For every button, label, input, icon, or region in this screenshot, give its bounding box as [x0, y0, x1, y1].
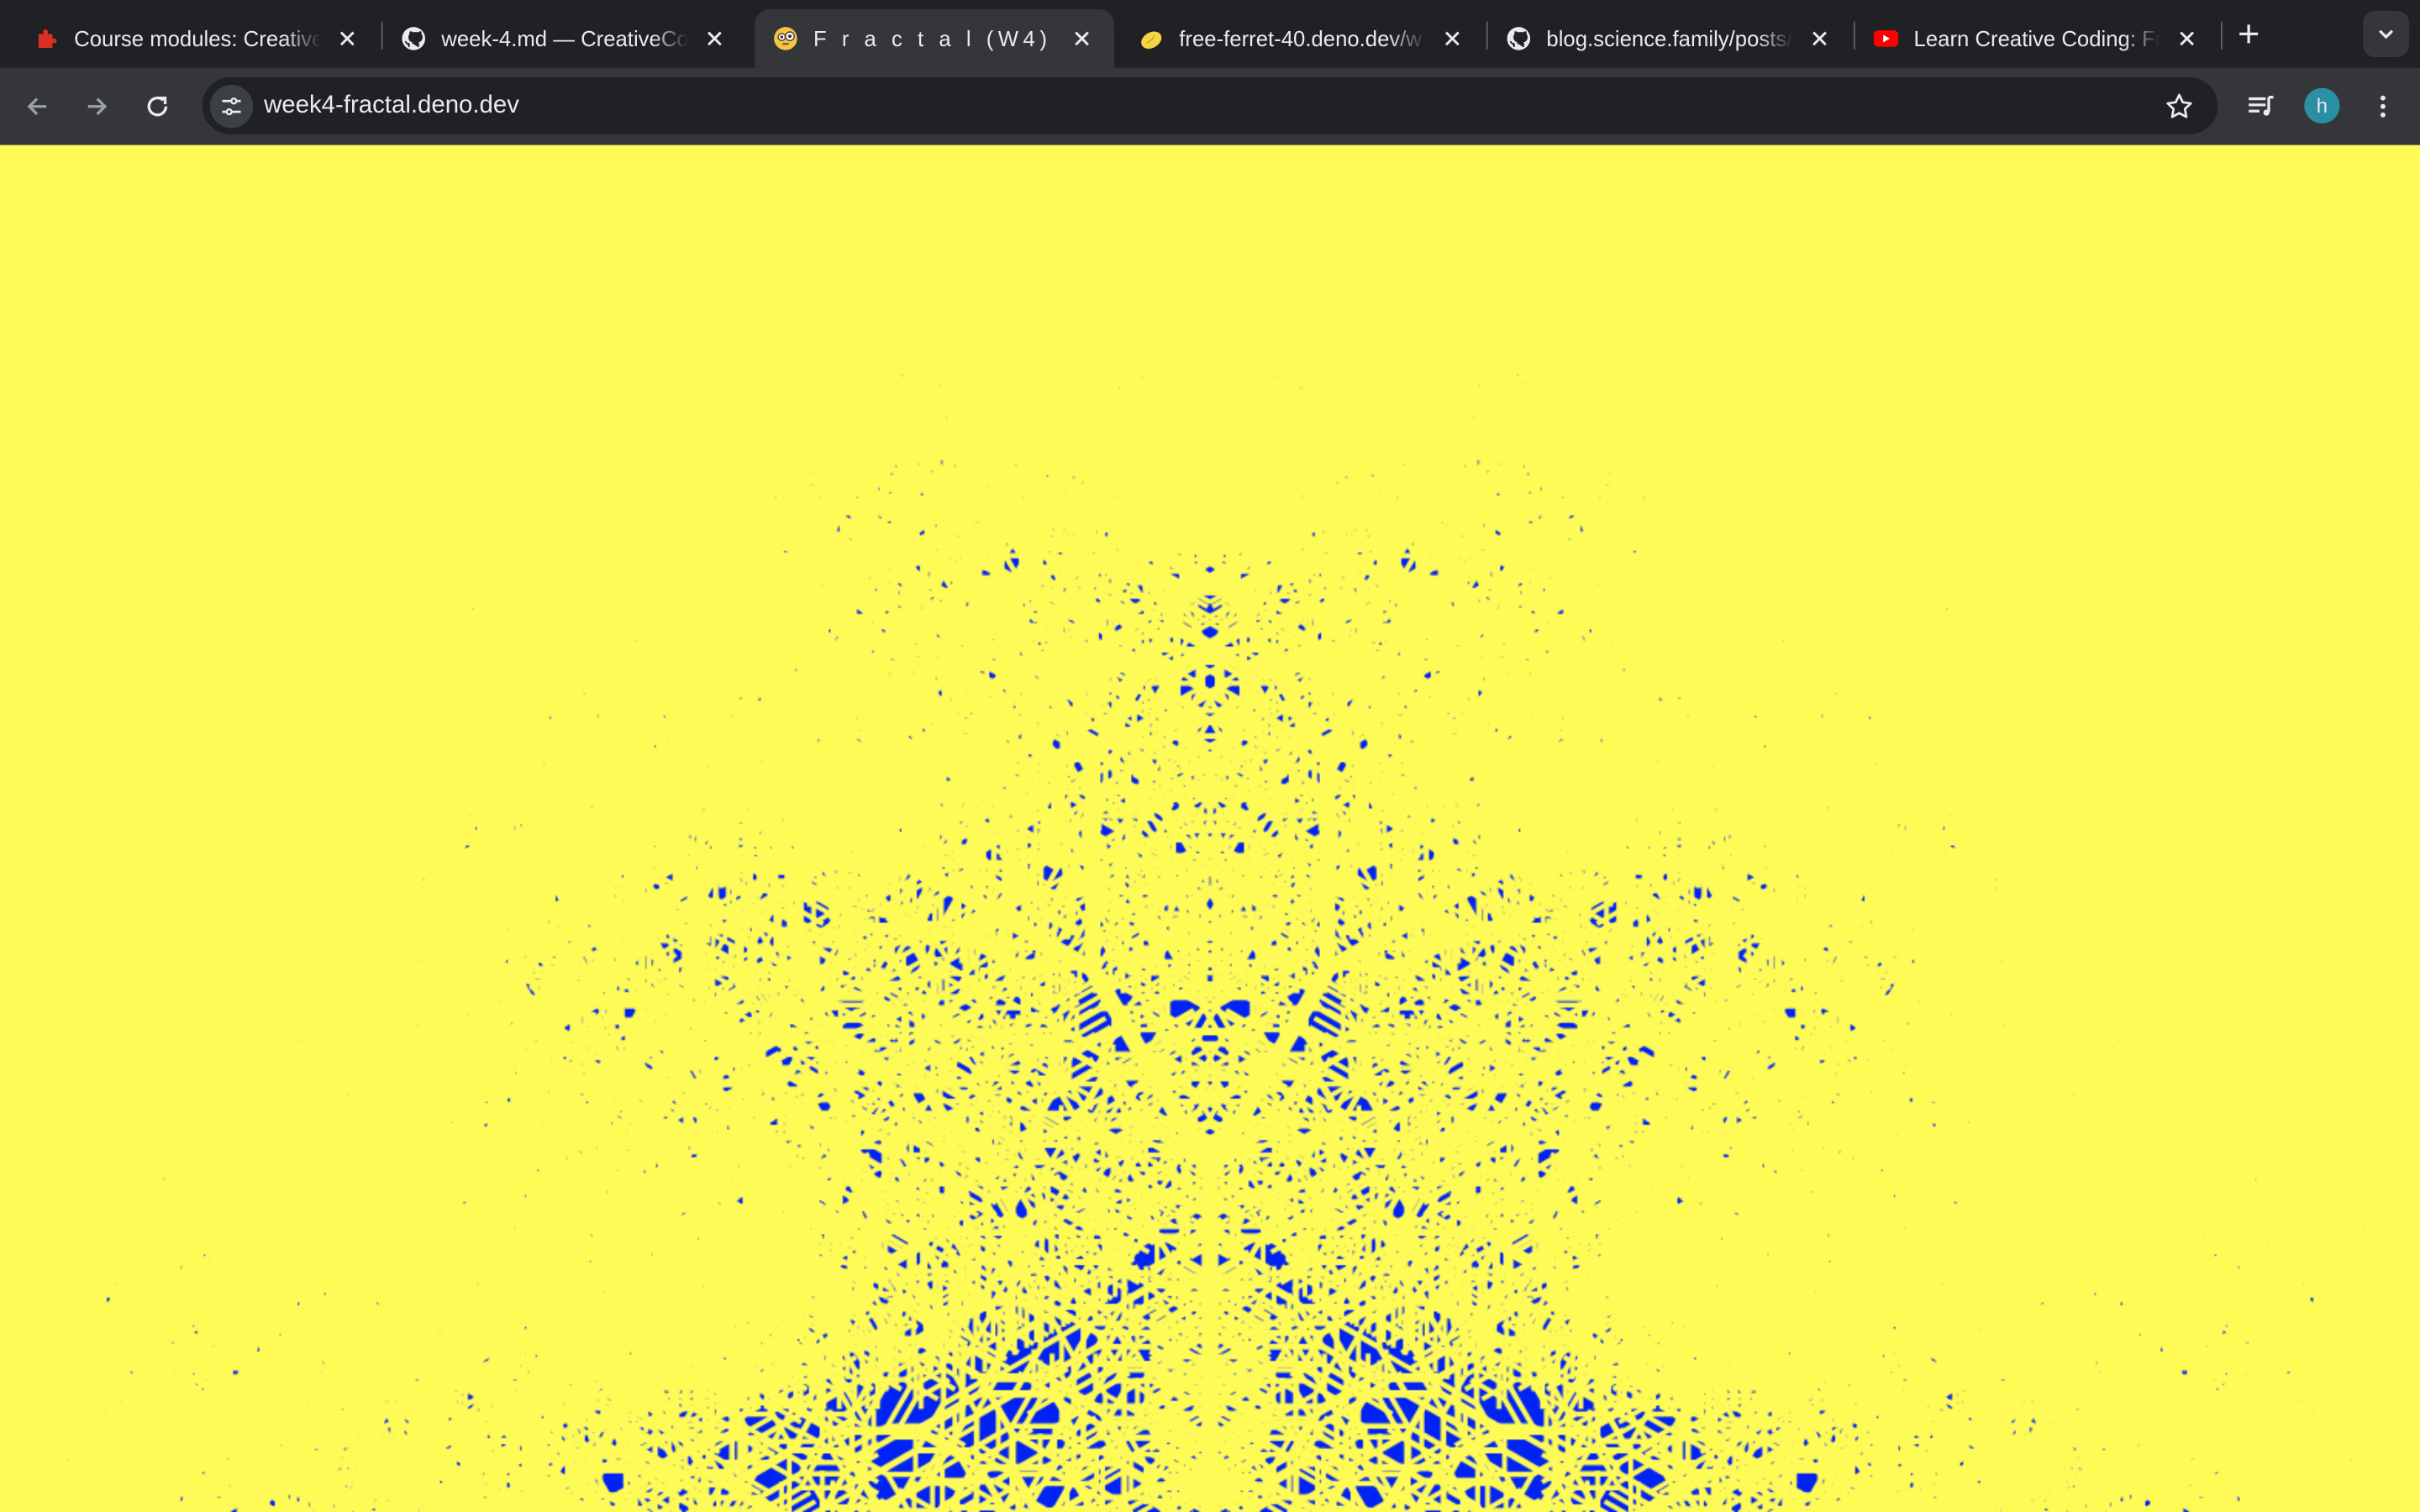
lemon-icon	[1139, 26, 1164, 50]
tab-title: F r a c t a l (W4)	[813, 26, 1052, 51]
bookmark-button[interactable]	[2162, 90, 2196, 123]
plus-icon	[2239, 24, 2259, 44]
github-icon	[1507, 26, 1531, 50]
tab-course-modules[interactable]: Course modules: Creative	[15, 9, 379, 68]
tab-fractal-w4[interactable]: F r a c t a l (W4)	[755, 9, 1115, 68]
close-tab-icon[interactable]	[2173, 24, 2201, 52]
back-button[interactable]	[14, 83, 60, 129]
reload-button[interactable]	[134, 83, 181, 129]
tab-free-ferret[interactable]: free-ferret-40.deno.dev/w	[1120, 9, 1484, 68]
github-icon	[402, 26, 426, 50]
youtube-icon	[1873, 26, 1899, 50]
queue-music-icon	[2249, 96, 2274, 116]
tab-separator	[2221, 21, 2223, 50]
tab-week-4-md[interactable]: week-4.md — CreativeCoding	[383, 9, 747, 68]
emoji-face-icon	[773, 26, 797, 50]
profile-avatar[interactable]: h	[2304, 87, 2340, 123]
tab-strip: Course modules: Creative week-4.md — Cre…	[0, 0, 2420, 68]
close-tab-icon[interactable]	[334, 24, 361, 52]
new-tab-button[interactable]	[2228, 14, 2269, 55]
tab-title: Learn Creative Coding: Fractal	[1913, 26, 2161, 51]
star-icon	[2166, 93, 2192, 118]
browser-menu-button[interactable]	[2360, 83, 2406, 129]
fractal-tree-canvas	[0, 144, 2420, 1512]
more-vertical-icon	[2380, 95, 2386, 118]
tab-title: free-ferret-40.deno.dev/w	[1179, 26, 1423, 51]
close-tab-icon[interactable]	[701, 24, 729, 52]
tab-title: week-4.md — CreativeCoding	[441, 26, 689, 51]
url-text[interactable]: week4-fractal.deno.dev	[264, 77, 519, 134]
tab-title: Course modules: Creative	[74, 26, 322, 51]
tab-learn-creative-coding[interactable]: Learn Creative Coding: Fractal	[1855, 9, 2219, 68]
forward-button[interactable]	[74, 83, 120, 129]
address-bar[interactable]: week4-fractal.deno.dev	[202, 76, 2218, 134]
chevron-down-icon	[2379, 29, 2394, 39]
arrow-right-icon	[87, 97, 108, 116]
media-controls-button[interactable]	[2238, 83, 2284, 129]
browser-window: Course modules: Creative week-4.md — Cre…	[0, 0, 2420, 1512]
reload-icon	[147, 96, 168, 117]
tab-search-button[interactable]	[2363, 10, 2410, 57]
close-tab-icon[interactable]	[1439, 24, 1466, 52]
page-content	[0, 144, 2420, 1512]
site-settings-button[interactable]	[209, 85, 254, 129]
close-tab-icon[interactable]	[1068, 24, 1096, 52]
puzzle-icon	[34, 26, 58, 50]
arrow-left-icon	[27, 97, 47, 116]
tab-blog-science-family[interactable]: blog.science.family/posts/	[1488, 9, 1852, 68]
tune-icon	[222, 97, 241, 116]
close-tab-icon[interactable]	[1806, 24, 1833, 52]
tab-title: blog.science.family/posts/	[1546, 26, 1793, 51]
browser-toolbar: week4-fractal.deno.dev h	[0, 67, 2420, 145]
